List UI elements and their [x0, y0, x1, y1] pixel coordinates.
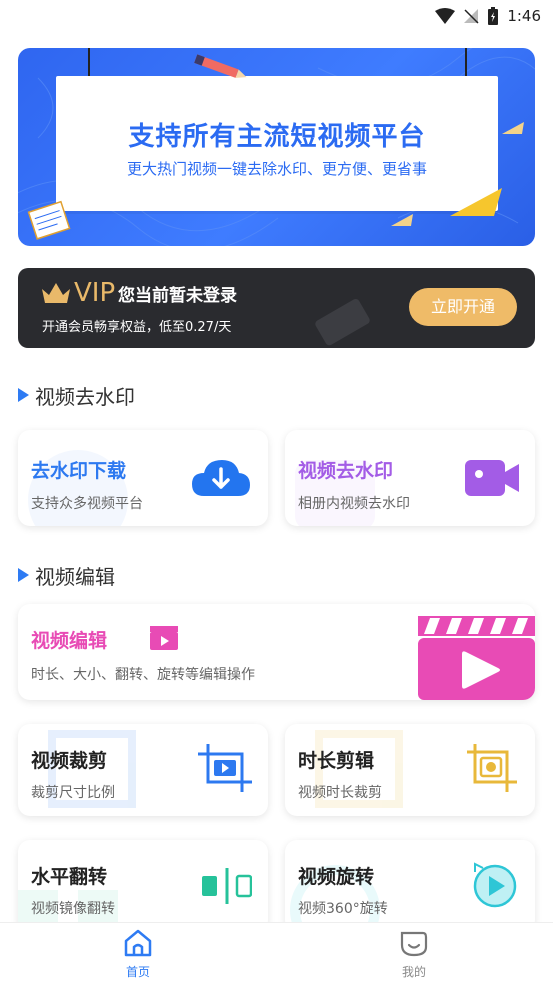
card-desc: 裁剪尺寸比例 — [31, 785, 115, 801]
vip-membership-bar[interactable]: VIP 您当前暂未登录 开通会员畅享权益，低至0.27/天 立即开通 — [18, 268, 535, 348]
card-desc: 视频镜像翻转 — [31, 901, 115, 917]
cloud-download-icon — [192, 460, 250, 496]
wifi-icon — [435, 8, 456, 24]
status-bar: 1:46 — [0, 0, 553, 32]
card-title: 水平翻转 — [31, 866, 108, 888]
card-desc: 视频360°旋转 — [298, 901, 388, 917]
card-watermark-download[interactable]: 去水印下载 支持众多视频平台 — [18, 430, 268, 526]
battery-icon — [488, 7, 499, 25]
pencil-icon — [194, 54, 247, 78]
card-desc: 时长、大小、翻转、旋转等编辑操作 — [31, 667, 255, 683]
card-title: 去水印下载 — [31, 460, 127, 482]
card-title: 视频编辑 — [31, 630, 108, 652]
nav-item-mine[interactable]: 我的 — [374, 929, 454, 980]
clapperboard-large-icon — [418, 616, 535, 700]
open-vip-button[interactable]: 立即开通 — [409, 288, 517, 326]
smile-face-icon — [400, 931, 428, 957]
status-time: 1:46 — [507, 7, 541, 25]
section-header-watermark: 视频去水印 — [18, 380, 135, 410]
card-title: 时长剪辑 — [298, 750, 375, 772]
card-title: 视频去水印 — [298, 460, 394, 482]
promo-banner[interactable]: 支持所有主流短视频平台 更大热门视频一键去除水印、更方便、更省事 — [18, 48, 535, 246]
card-video-rotate[interactable]: 视频旋转 视频360°旋转 — [285, 840, 535, 932]
nav-label: 首页 — [125, 965, 150, 979]
triangle-marker-icon — [18, 388, 29, 402]
vip-description: 开通会员畅享权益，低至0.27/天 — [42, 320, 232, 335]
login-status: 您当前暂未登录 — [118, 286, 237, 306]
banner-title: 支持所有主流短视频平台 — [128, 122, 426, 152]
small-triangle-decor — [502, 122, 524, 134]
eraser-decor — [315, 298, 370, 346]
card-duration-trim[interactable]: 时长剪辑 视频时长裁剪 — [285, 724, 535, 816]
section-title: 视频编辑 — [35, 564, 115, 589]
card-album-watermark[interactable]: 视频去水印 相册内视频去水印 — [285, 430, 535, 526]
nav-label: 我的 — [401, 965, 426, 979]
yellow-triangle-decor — [450, 188, 502, 216]
video-camera-icon — [465, 460, 519, 496]
vip-logo: VIP — [40, 278, 115, 308]
small-triangle-decor-2 — [391, 214, 413, 226]
flip-horizontal-icon — [202, 868, 252, 904]
card-video-crop[interactable]: 视频裁剪 裁剪尺寸比例 — [18, 724, 268, 816]
notepad-icon — [27, 200, 71, 240]
banner-subtitle: 更大热门视频一键去除水印、更方便、更省事 — [126, 160, 427, 178]
card-bg-decor — [28, 450, 128, 526]
triangle-marker-icon — [18, 568, 29, 582]
no-signal-icon — [464, 9, 479, 24]
trim-icon — [467, 744, 517, 792]
section-title: 视频去水印 — [35, 384, 135, 409]
card-bg-decor — [295, 460, 375, 526]
section-header-edit: 视频编辑 — [18, 560, 115, 590]
status-icons: 1:46 — [435, 4, 541, 28]
card-title: 视频裁剪 — [31, 750, 108, 772]
card-desc: 视频时长裁剪 — [298, 785, 382, 801]
banner-board: 支持所有主流短视频平台 更大热门视频一键去除水印、更方便、更省事 — [56, 76, 498, 211]
bottom-navigation: 首页 我的 — [0, 922, 553, 983]
card-title: 视频旋转 — [298, 866, 375, 888]
vip-badge-text: VIP — [74, 278, 116, 308]
card-horizontal-flip[interactable]: 水平翻转 视频镜像翻转 — [18, 840, 268, 932]
card-video-edit[interactable]: 视频编辑 时长、大小、翻转、旋转等编辑操作 — [18, 604, 535, 700]
crop-icon — [198, 744, 252, 792]
clapperboard-small-icon — [150, 626, 178, 650]
card-desc: 相册内视频去水印 — [298, 496, 410, 512]
nav-item-home[interactable]: 首页 — [98, 929, 178, 980]
crown-icon — [42, 283, 70, 303]
card-desc: 支持众多视频平台 — [31, 496, 143, 512]
rotate-play-icon — [473, 862, 517, 908]
home-icon — [124, 929, 152, 957]
